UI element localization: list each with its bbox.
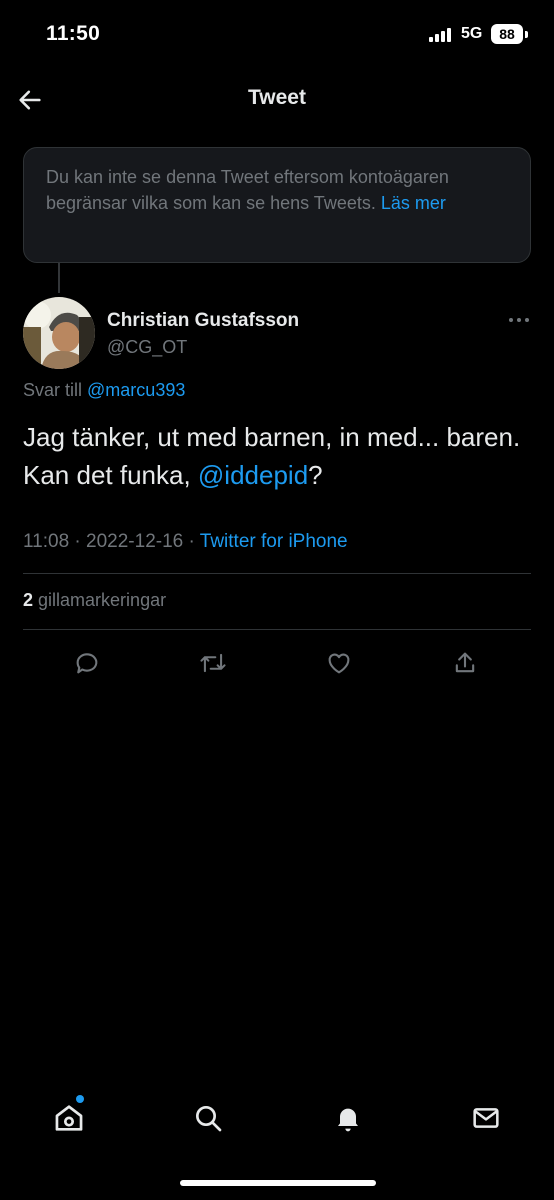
like-button[interactable] [322,646,356,680]
tweet-text-end: ? [308,460,323,490]
reply-to: Svar till @marcu393 [23,380,185,401]
notification-dot [76,1095,84,1103]
page-title: Tweet [248,86,306,109]
tab-notifications[interactable] [328,1098,368,1138]
likes-summary[interactable]: 2 gillamarkeringar [23,590,166,611]
retweet-button[interactable] [196,646,230,680]
tab-messages[interactable] [466,1098,506,1138]
reply-button[interactable] [70,646,104,680]
author-handle[interactable]: @CG_OT [107,337,187,358]
share-icon [455,652,475,673]
tweet-time: 11:08 [23,531,70,552]
battery-tip [525,31,528,38]
home-indicator [180,1180,376,1186]
tweet-mention-link[interactable]: @iddepid [198,460,308,490]
meta-separator: · [188,531,200,552]
divider [23,629,531,630]
retweet-icon [200,653,226,673]
action-bar [0,642,554,682]
thread-line [58,263,60,293]
meta-separator: · [74,531,87,552]
bottom-tab-bar [0,1086,554,1146]
signal-icon [429,26,455,42]
home-icon [55,1105,83,1131]
avatar[interactable] [23,297,95,369]
restricted-notice: Du kan inte se denna Tweet eftersom kont… [23,147,531,263]
tweet-source-link[interactable]: Twitter for iPhone [200,531,348,552]
like-icon [328,653,350,674]
likes-label: gillamarkeringar [38,590,167,610]
status-bar: 11:50 5G 88 [0,0,554,70]
reply-mention-link[interactable]: @marcu393 [87,380,185,400]
tweet-text: Jag tänker, ut med barnen, in med... bar… [23,418,523,494]
more-options-button[interactable] [506,312,532,328]
messages-icon [473,1108,499,1128]
status-time: 11:50 [46,22,101,45]
reply-icon [76,653,98,674]
tweet-date: 2022-12-16 [86,531,184,552]
header: Tweet [0,70,554,130]
network-label: 5G [461,25,483,42]
read-more-link[interactable]: Läs mer [381,193,446,213]
tab-home[interactable] [49,1098,89,1138]
tweet-meta: 11:08 · 2022-12-16 · Twitter for iPhone [23,531,348,553]
divider [23,573,531,574]
reply-prefix: Svar till [23,380,83,400]
battery-icon: 88 [491,24,523,44]
more-icon [509,318,529,322]
author-name[interactable]: Christian Gustafsson [107,310,299,332]
tab-search[interactable] [188,1098,228,1138]
search-icon [196,1106,222,1132]
share-button[interactable] [448,646,482,680]
avatar-image [23,297,95,369]
notifications-icon [338,1108,358,1132]
likes-count: 2 [23,590,34,610]
